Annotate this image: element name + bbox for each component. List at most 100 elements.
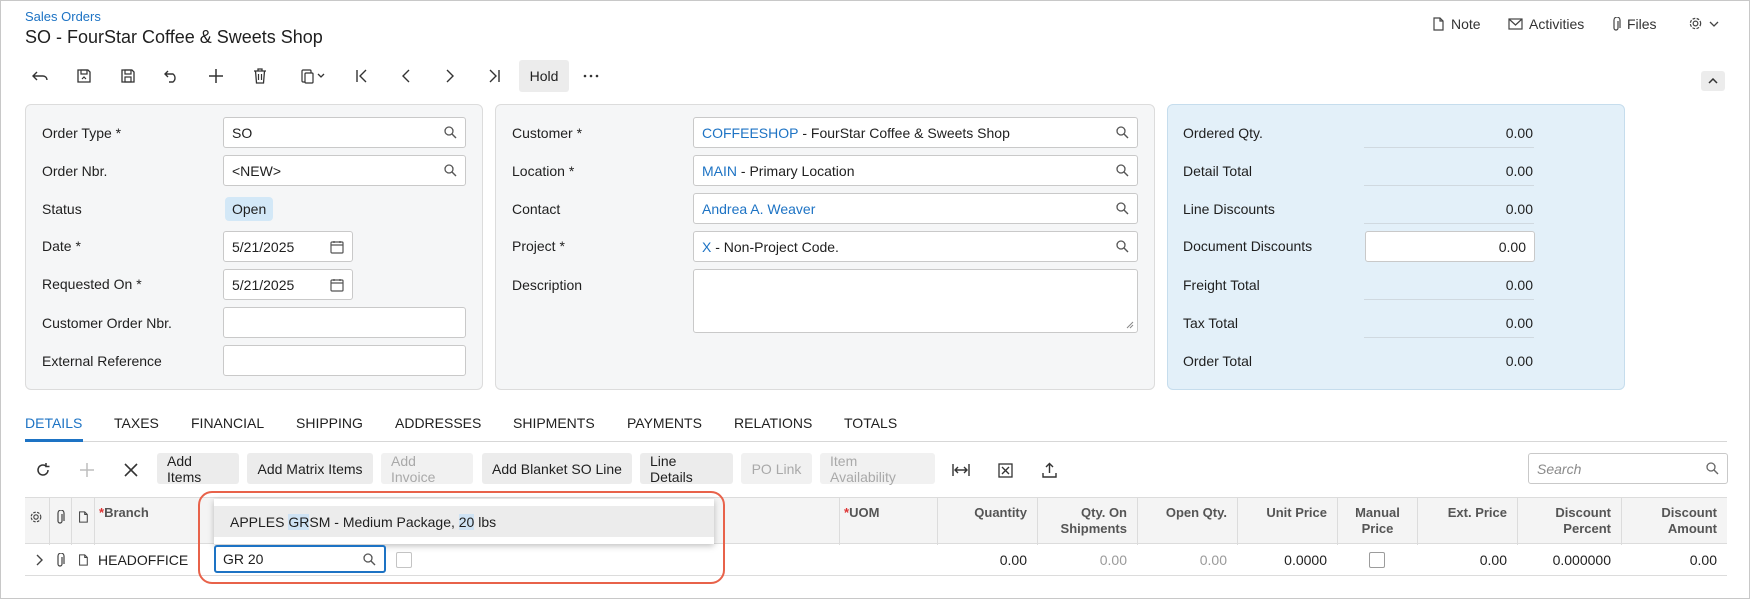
- tab-totals[interactable]: TOTALS: [844, 415, 897, 431]
- refresh-button[interactable]: [31, 458, 55, 482]
- requested-on-field[interactable]: 5/21/2025: [223, 269, 353, 300]
- tab-relations[interactable]: RELATIONS: [734, 415, 812, 431]
- export-excel-button[interactable]: [993, 458, 1017, 482]
- project-id-link[interactable]: X: [702, 239, 711, 255]
- fit-columns-button[interactable]: [949, 458, 973, 482]
- add-blanket-so-line-button[interactable]: Add Blanket SO Line: [482, 453, 632, 484]
- contact-field[interactable]: Andrea A. Weaver: [693, 193, 1138, 224]
- column-branch[interactable]: *Branch: [94, 498, 196, 545]
- tab-shipments[interactable]: SHIPMENTS: [513, 415, 595, 431]
- manual-price-checkbox[interactable]: [1337, 544, 1417, 576]
- line-discounts-value: 0.00: [1505, 201, 1533, 217]
- discount-amount-cell[interactable]: 0.00: [1621, 544, 1727, 576]
- external-reference-field[interactable]: [223, 345, 466, 376]
- freight-total-value: 0.00: [1505, 277, 1533, 293]
- column-manual-price[interactable]: Manual Price: [1337, 498, 1417, 545]
- date-field[interactable]: 5/21/2025: [223, 231, 353, 262]
- tab-taxes[interactable]: TAXES: [114, 415, 159, 431]
- discount-percent-cell[interactable]: 0.000000: [1517, 544, 1621, 576]
- search-icon[interactable]: [1116, 202, 1129, 215]
- back-button[interactable]: [23, 61, 57, 91]
- location-id-link[interactable]: MAIN: [702, 163, 737, 179]
- ellipsis-icon: [583, 74, 599, 78]
- search-icon[interactable]: [1116, 126, 1129, 139]
- row-notes-button[interactable]: [71, 544, 94, 576]
- checkbox[interactable]: [1369, 552, 1385, 568]
- tab-payments[interactable]: PAYMENTS: [627, 415, 702, 431]
- po-link-button[interactable]: PO Link: [741, 453, 812, 484]
- note-icon: [77, 553, 89, 567]
- ordered-qty-value: 0.00: [1505, 125, 1533, 141]
- collapse-header-button[interactable]: [1701, 71, 1725, 91]
- activities-button[interactable]: Activities: [1508, 16, 1584, 32]
- tab-shipping[interactable]: SHIPPING: [296, 415, 363, 431]
- order-nbr-field[interactable]: <NEW>: [223, 155, 466, 186]
- search-icon[interactable]: [444, 164, 457, 177]
- detail-total-row: Detail Total 0.00: [1183, 163, 1533, 179]
- unit-price-cell[interactable]: 0.0000: [1237, 544, 1337, 576]
- customer-id-link[interactable]: COFFEESHOP: [702, 125, 798, 141]
- first-record-button[interactable]: [345, 61, 379, 91]
- resize-handle-icon[interactable]: [1126, 321, 1134, 329]
- column-uom[interactable]: *UOM: [839, 498, 937, 545]
- column-settings-button[interactable]: [25, 498, 49, 545]
- add-matrix-items-button[interactable]: Add Matrix Items: [247, 453, 373, 484]
- hold-button[interactable]: Hold: [519, 60, 569, 92]
- document-discounts-field[interactable]: 0.00: [1365, 231, 1535, 262]
- save-button[interactable]: [111, 61, 145, 91]
- tab-financial[interactable]: FINANCIAL: [191, 415, 264, 431]
- add-items-button[interactable]: Add Items: [157, 453, 239, 485]
- calendar-icon[interactable]: [330, 278, 344, 292]
- copy-paste-button[interactable]: [291, 61, 335, 91]
- files-button[interactable]: Files: [1611, 16, 1657, 32]
- customer-label: Customer *: [512, 125, 583, 141]
- column-open-qty[interactable]: Open Qty.: [1137, 498, 1237, 545]
- contact-link[interactable]: Andrea A. Weaver: [702, 201, 815, 217]
- tab-details[interactable]: DETAILS: [25, 415, 82, 431]
- ordered-qty-row: Ordered Qty. 0.00: [1183, 125, 1533, 141]
- customer-field[interactable]: COFFEESHOP - FourStar Coffee & Sweets Sh…: [693, 117, 1138, 148]
- settings-menu-button[interactable]: [1688, 16, 1719, 31]
- last-record-button[interactable]: [477, 61, 511, 91]
- delete-row-button[interactable]: [119, 458, 143, 482]
- add-invoice-button[interactable]: Add Invoice: [381, 453, 473, 485]
- column-discount-percent[interactable]: Discount Percent: [1517, 498, 1621, 545]
- upload-button[interactable]: [1037, 458, 1061, 482]
- order-type-field[interactable]: SO: [223, 117, 466, 148]
- calendar-icon[interactable]: [330, 240, 344, 254]
- line-details-button[interactable]: Line Details: [640, 453, 733, 485]
- add-new-button[interactable]: [199, 61, 233, 91]
- customer-order-nbr-field[interactable]: [223, 307, 466, 338]
- save-and-close-button[interactable]: [67, 61, 101, 91]
- search-icon[interactable]: [1706, 462, 1719, 475]
- ext-price-cell[interactable]: 0.00: [1417, 544, 1517, 576]
- breadcrumb[interactable]: Sales Orders: [25, 9, 101, 24]
- location-field[interactable]: MAIN - Primary Location: [693, 155, 1138, 186]
- column-ext-price[interactable]: Ext. Price: [1417, 498, 1517, 545]
- more-actions-button[interactable]: [574, 61, 608, 91]
- branch-cell[interactable]: HEADOFFICE: [94, 544, 214, 576]
- column-unit-price[interactable]: Unit Price: [1237, 498, 1337, 545]
- close-icon: [124, 463, 138, 477]
- divider: [1364, 337, 1534, 338]
- expand-row-button[interactable]: [29, 544, 49, 576]
- item-availability-button[interactable]: Item Availability: [820, 453, 935, 485]
- quantity-cell[interactable]: 0.00: [937, 544, 1037, 576]
- previous-record-button[interactable]: [389, 61, 423, 91]
- delete-button[interactable]: [243, 61, 277, 91]
- note-button[interactable]: Note: [1431, 16, 1481, 32]
- next-record-button[interactable]: [433, 61, 467, 91]
- description-textarea[interactable]: [693, 269, 1138, 333]
- column-qty-on-shipments[interactable]: Qty. On Shipments: [1037, 498, 1137, 545]
- row-attachments-button[interactable]: [49, 544, 71, 576]
- column-quantity[interactable]: Quantity: [937, 498, 1037, 545]
- project-field[interactable]: X - Non-Project Code.: [693, 231, 1138, 262]
- search-icon[interactable]: [1116, 164, 1129, 177]
- cancel-button[interactable]: [155, 61, 189, 91]
- add-row-button[interactable]: [75, 458, 99, 482]
- grid-search-input[interactable]: Search: [1528, 453, 1728, 484]
- tab-addresses[interactable]: ADDRESSES: [395, 415, 481, 431]
- column-discount-amount[interactable]: Discount Amount: [1621, 498, 1727, 545]
- search-icon[interactable]: [444, 126, 457, 139]
- search-icon[interactable]: [1116, 240, 1129, 253]
